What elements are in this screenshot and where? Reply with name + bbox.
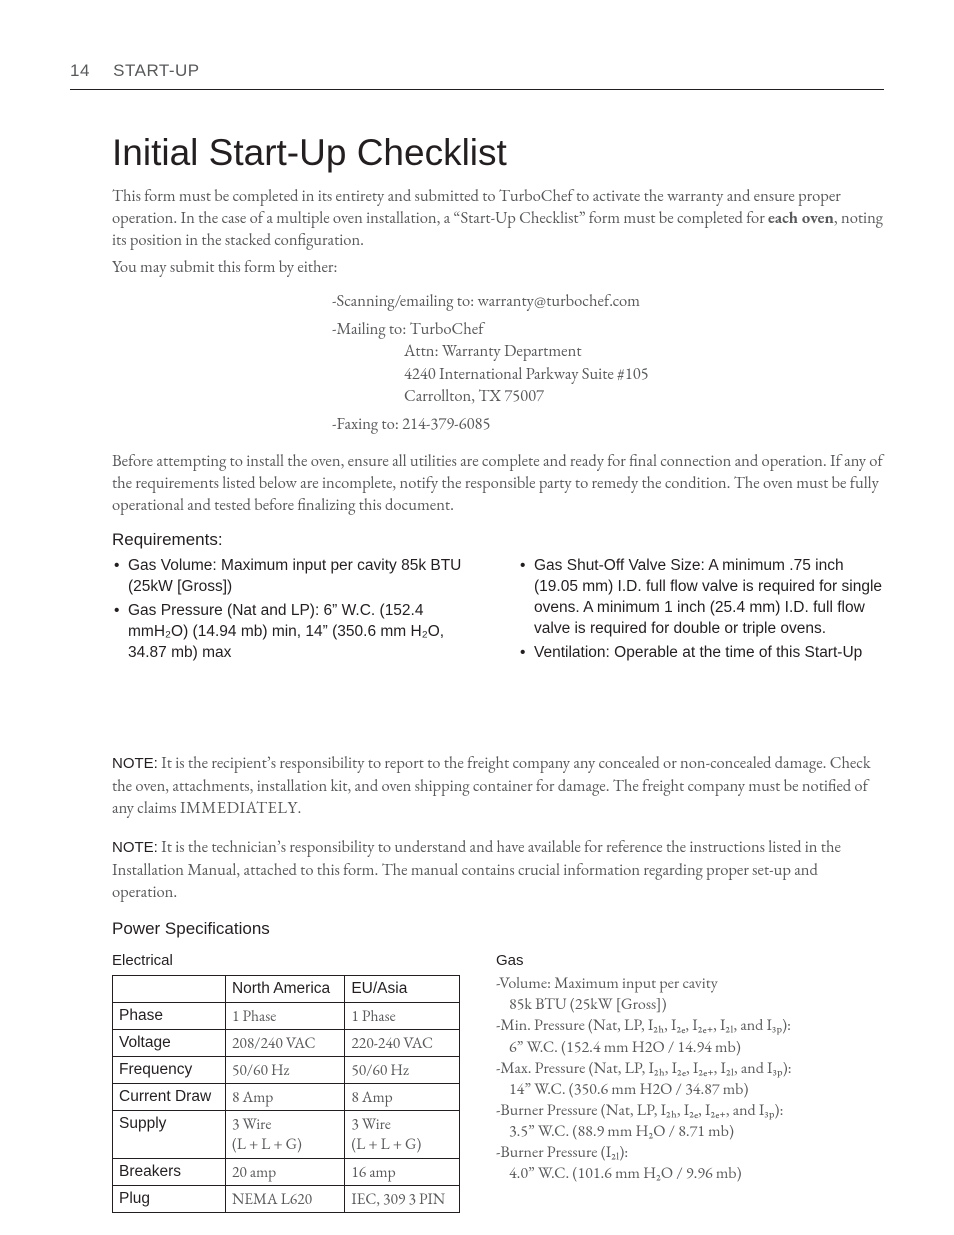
page-title: Initial Start-Up Checklist	[112, 128, 884, 178]
submit-lead: You may submit this form by either:	[112, 255, 884, 277]
gas-burner-pressure-b: -Burner Pressure (I₂ₗ):	[496, 1141, 884, 1162]
gas-max-pressure-val: 14” W.C. (350.6 mm H2O / 34.87 mb)	[496, 1078, 884, 1099]
submit-options: -Scanning/emailing to: warranty@turboche…	[332, 289, 884, 435]
power-spec-columns: Electrical North America EU/Asia Phase 1…	[112, 951, 884, 1213]
row-head: Breakers	[113, 1158, 226, 1185]
section-name: START-UP	[113, 61, 200, 80]
req-item: Gas Shut-Off Valve Size: A minimum .75 i…	[518, 556, 884, 640]
table-row: Supply 3 Wire (L + L + G) 3 Wire (L + L …	[113, 1111, 460, 1158]
note1-immediately: IMMEDIATELY.	[180, 796, 302, 818]
cell: 50/60 Hz	[345, 1057, 460, 1084]
submit-mail-lead: -Mailing to: TurboChef	[332, 317, 884, 339]
row-head: Voltage	[113, 1029, 226, 1056]
submit-fax: -Faxing to: 214-379-6085	[332, 412, 884, 434]
row-head: Supply	[113, 1111, 226, 1158]
table-header-row: North America EU/Asia	[113, 975, 460, 1002]
electrical-table: North America EU/Asia Phase 1 Phase 1 Ph…	[112, 975, 460, 1213]
requirements-heading: Requirements:	[112, 529, 884, 552]
requirements-columns: Gas Volume: Maximum input per cavity 85k…	[112, 556, 884, 667]
running-header: 14 START-UP	[70, 60, 884, 83]
req-item: Gas Pressure (Nat and LP): 6” W.C. (152.…	[112, 601, 478, 664]
table-corner	[113, 975, 226, 1002]
table-row: Phase 1 Phase 1 Phase	[113, 1002, 460, 1029]
req-item: Ventilation: Operable at the time of thi…	[518, 643, 884, 664]
cell: IEC, 309 3 PIN	[345, 1185, 460, 1212]
col-north-america: North America	[225, 975, 344, 1002]
electrical-label: Electrical	[112, 951, 460, 971]
cell: NEMA L620	[225, 1185, 344, 1212]
cell: 8 Amp	[225, 1084, 344, 1111]
gas-max-pressure: -Max. Pressure (Nat, LP, I₂ₕ, I₂ₑ, I₂ₑ₊,…	[496, 1057, 884, 1078]
gas-burner-pressure-a: -Burner Pressure (Nat, LP, I₂ₕ, I₂ₑ, I₂ₑ…	[496, 1099, 884, 1120]
cell: 16 amp	[345, 1158, 460, 1185]
intro-paragraph: This form must be completed in its entir…	[112, 184, 884, 251]
row-head: Plug	[113, 1185, 226, 1212]
cell: 8 Amp	[345, 1084, 460, 1111]
row-head: Current Draw	[113, 1084, 226, 1111]
submit-mail-l2: 4240 International Parkway Suite #105	[404, 362, 884, 384]
gas-burner-pressure-a-val: 3.5” W.C. (88.9 mm H₂O / 8.71 mb)	[496, 1120, 884, 1141]
gas-label: Gas	[496, 951, 884, 971]
submit-mail-l3: Carrollton, TX 75007	[404, 384, 884, 406]
cell: 208/240 VAC	[225, 1029, 344, 1056]
submit-scan: -Scanning/emailing to: warranty@turboche…	[332, 289, 884, 311]
requirements-right-col: Gas Shut-Off Valve Size: A minimum .75 i…	[518, 556, 884, 667]
requirements-left-list: Gas Volume: Maximum input per cavity 85k…	[112, 556, 478, 664]
table-row: Breakers 20 amp 16 amp	[113, 1158, 460, 1185]
note-label: NOTE:	[112, 839, 158, 856]
page-content: Initial Start-Up Checklist This form mus…	[112, 128, 884, 1213]
table-row: Current Draw 8 Amp 8 Amp	[113, 1084, 460, 1111]
note2-text: It is the technician’s responsibility to…	[112, 835, 841, 903]
before-paragraph: Before attempting to install the oven, e…	[112, 449, 884, 516]
cell: 3 Wire (L + L + G)	[225, 1111, 344, 1158]
cell: 1 Phase	[345, 1002, 460, 1029]
notes: NOTE: It is the recipient’s responsibili…	[112, 751, 884, 903]
gas-min-pressure-val: 6” W.C. (152.4 mm H2O / 14.94 mb)	[496, 1036, 884, 1057]
gas-min-pressure: -Min. Pressure (Nat, LP, I₂ₕ, I₂ₑ, I₂ₑ₊,…	[496, 1014, 884, 1035]
header-rule	[70, 89, 884, 90]
requirements-left-col: Gas Volume: Maximum input per cavity 85k…	[112, 556, 478, 667]
gas-burner-pressure-b-val: 4.0” W.C. (101.6 mm H₂O / 9.96 mb)	[496, 1162, 884, 1183]
gas-volume-val: 85k BTU (25kW [Gross])	[496, 993, 884, 1014]
table-row: Plug NEMA L620 IEC, 309 3 PIN	[113, 1185, 460, 1212]
col-eu-asia: EU/Asia	[345, 975, 460, 1002]
note-label: NOTE:	[112, 755, 158, 772]
note-1: NOTE: It is the recipient’s responsibili…	[112, 751, 884, 819]
row-head: Phase	[113, 1002, 226, 1029]
note-2: NOTE: It is the technician’s responsibil…	[112, 835, 884, 903]
cell: 220-240 VAC	[345, 1029, 460, 1056]
cell: 1 Phase	[225, 1002, 344, 1029]
electrical-column: Electrical North America EU/Asia Phase 1…	[112, 951, 460, 1213]
cell: 50/60 Hz	[225, 1057, 344, 1084]
table-row: Voltage 208/240 VAC 220-240 VAC	[113, 1029, 460, 1056]
submit-mail-l1: Attn: Warranty Department	[404, 339, 884, 361]
row-head: Frequency	[113, 1057, 226, 1084]
intro-text-1: This form must be completed in its entir…	[112, 184, 841, 228]
cell: 3 Wire (L + L + G)	[345, 1111, 460, 1158]
gas-column: Gas -Volume: Maximum input per cavity 85…	[496, 951, 884, 1183]
table-row: Frequency 50/60 Hz 50/60 Hz	[113, 1057, 460, 1084]
req-item: Gas Volume: Maximum input per cavity 85k…	[112, 556, 478, 598]
requirements-right-list: Gas Shut-Off Valve Size: A minimum .75 i…	[518, 556, 884, 664]
cell: 20 amp	[225, 1158, 344, 1185]
page-number: 14	[70, 60, 90, 83]
gas-volume: -Volume: Maximum input per cavity	[496, 972, 884, 993]
intro-bold: each oven	[768, 206, 834, 228]
power-spec-heading: Power Specifications	[112, 918, 884, 941]
